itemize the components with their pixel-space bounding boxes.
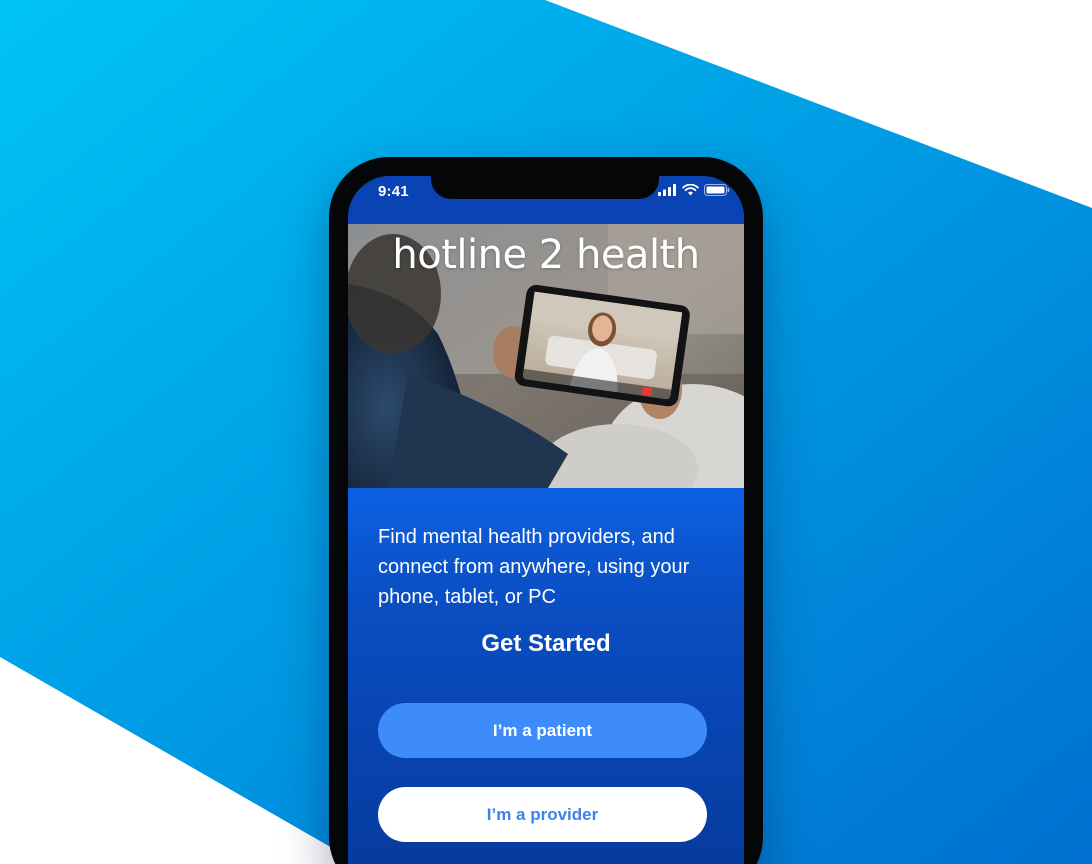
intro-text: Find mental health providers, and connec… xyxy=(378,526,690,608)
get-started-heading: Get Started xyxy=(481,630,611,657)
phone-device: 9:41 hotline 2 health Find mental health… xyxy=(329,157,763,864)
brand-logo-title: hotline 2 health xyxy=(392,232,700,278)
battery-icon xyxy=(704,184,730,196)
marketing-stage: 9:41 hotline 2 health Find mental health… xyxy=(0,0,1092,864)
cellular-signal-icon xyxy=(658,184,676,196)
hero-image: hotline 2 health xyxy=(348,224,744,488)
status-time: 9:41 xyxy=(378,183,409,200)
patient-button[interactable]: I’m a patient xyxy=(378,703,707,758)
onboarding-panel: Find mental health providers, and connec… xyxy=(348,488,744,864)
status-icons xyxy=(658,184,730,196)
phone-notch xyxy=(431,176,659,199)
phone-screen: 9:41 hotline 2 health Find mental health… xyxy=(348,176,744,864)
wifi-icon xyxy=(682,184,699,196)
status-bar: 9:41 xyxy=(348,176,744,224)
provider-button[interactable]: I’m a provider xyxy=(378,787,707,842)
